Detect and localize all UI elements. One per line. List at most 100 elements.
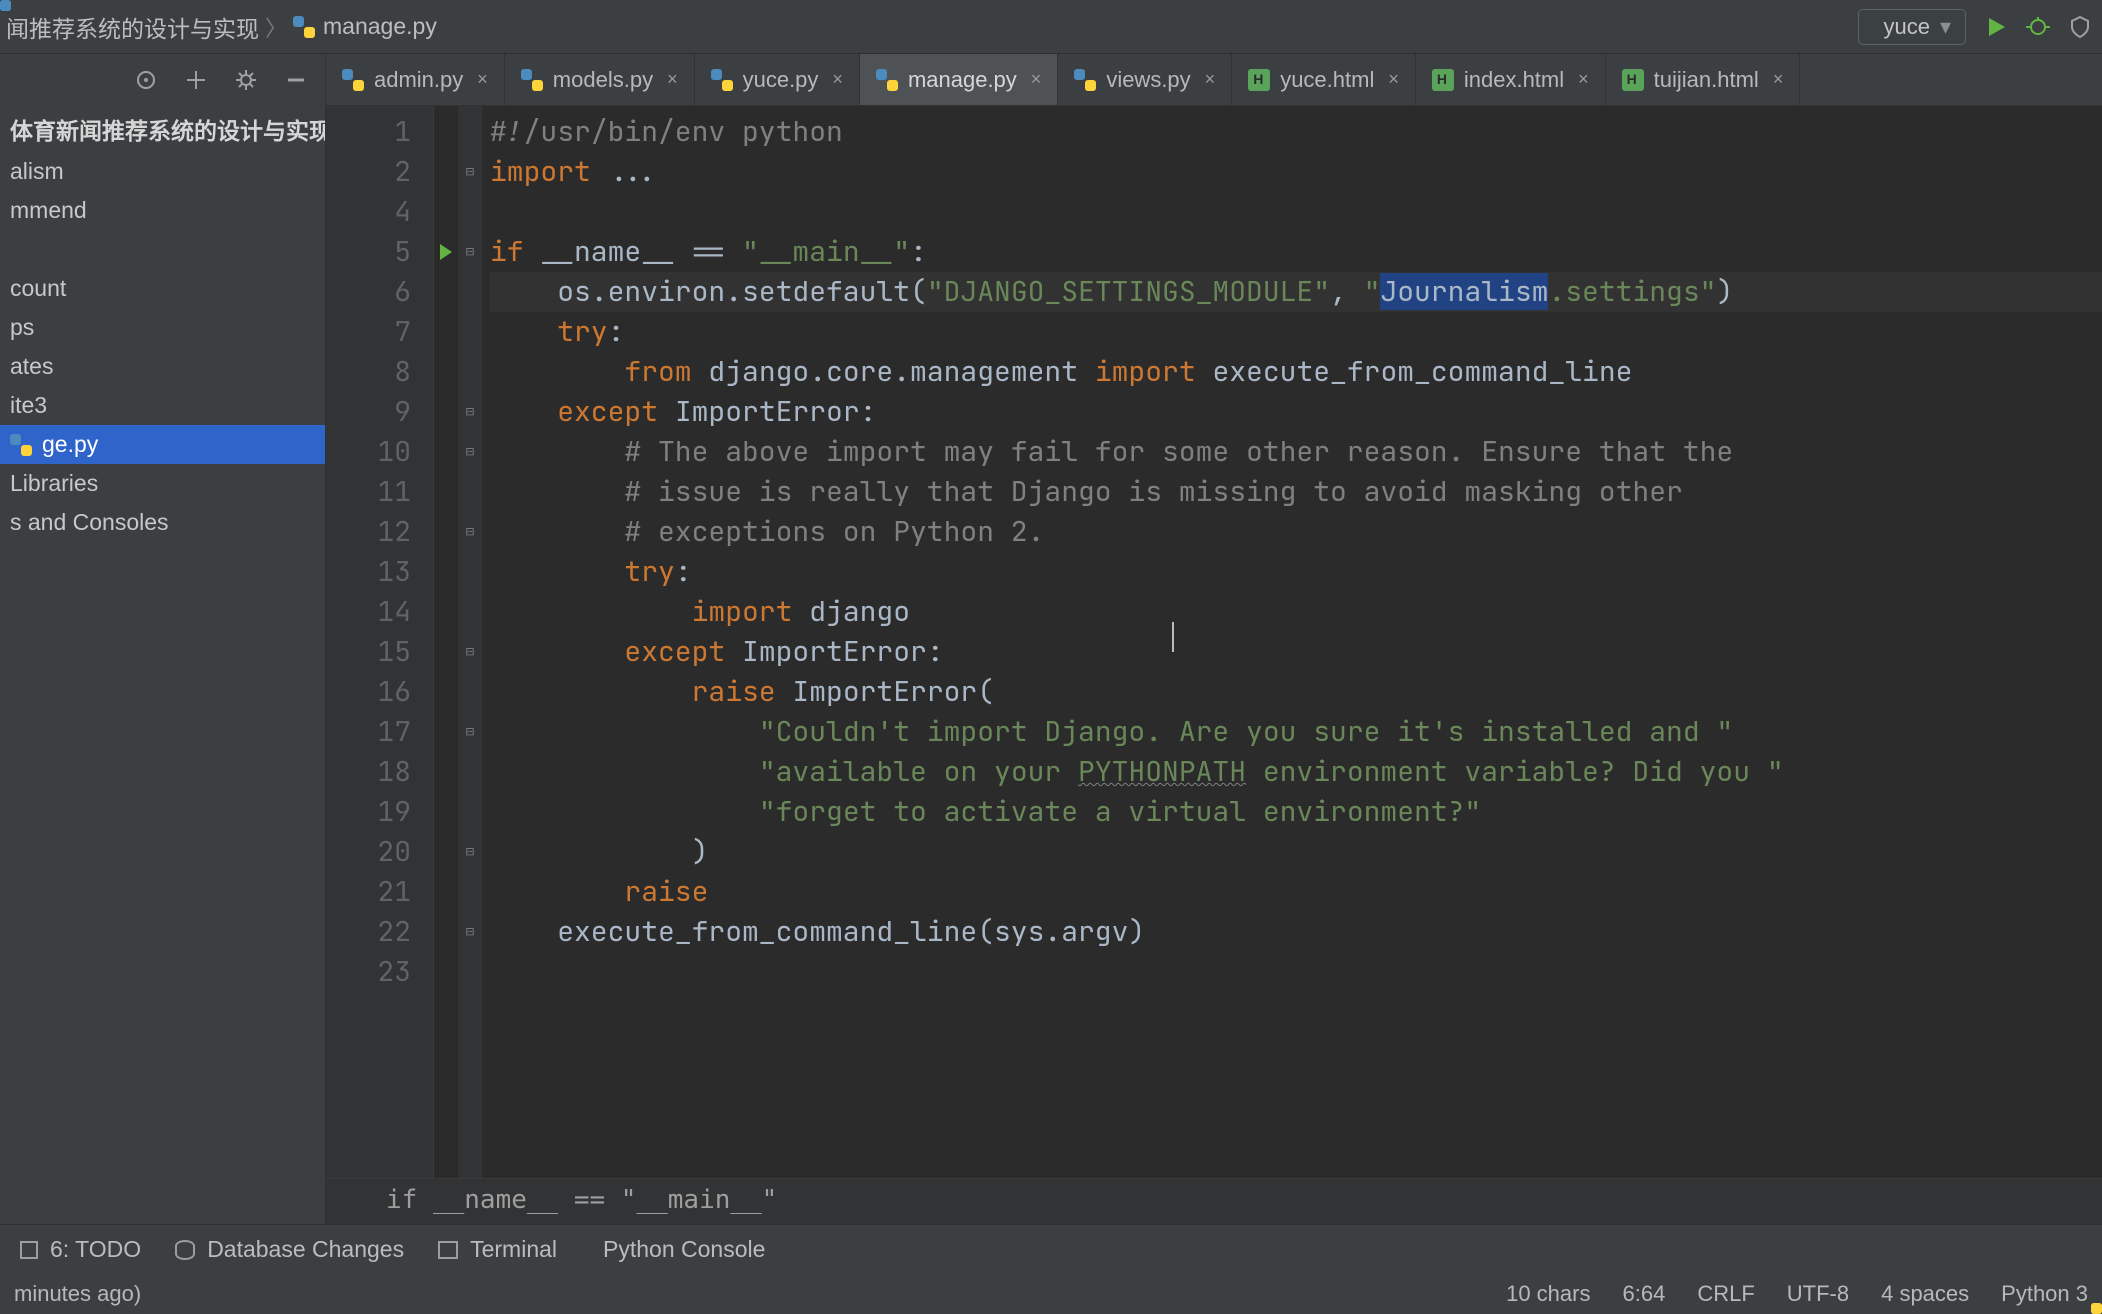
tree-item[interactable]: ps: [0, 308, 325, 347]
status-line-ending[interactable]: CRLF: [1697, 1281, 1754, 1307]
run-config-selector[interactable]: yuce ▾: [1858, 9, 1966, 45]
run-line-marker[interactable]: [434, 392, 458, 432]
tab-models-py[interactable]: models.py×: [505, 54, 695, 105]
line-number[interactable]: 9: [326, 392, 411, 432]
run-line-marker[interactable]: [434, 112, 458, 152]
fold-marker[interactable]: [458, 752, 482, 792]
status-encoding[interactable]: UTF-8: [1787, 1281, 1849, 1307]
status-interpreter[interactable]: Python 3: [2001, 1281, 2088, 1307]
tree-item[interactable]: mmend: [0, 191, 325, 230]
code-line[interactable]: "forget to activate a virtual environmen…: [490, 792, 2102, 832]
line-number[interactable]: 23: [326, 952, 411, 992]
breadcrumb[interactable]: 闻推荐系统的设计与实现 〉 manage.py: [0, 10, 437, 44]
close-icon[interactable]: ×: [667, 69, 678, 90]
code-line[interactable]: try:: [490, 312, 2102, 352]
run-line-marker[interactable]: [434, 712, 458, 752]
status-caret-pos[interactable]: 6:64: [1622, 1281, 1665, 1307]
fold-marker[interactable]: [458, 592, 482, 632]
fold-marker[interactable]: ⊟: [458, 632, 482, 672]
code-line[interactable]: except ImportError:: [490, 632, 2102, 672]
line-number[interactable]: 22: [326, 912, 411, 952]
code-line[interactable]: execute_from_command_line(sys.argv): [490, 912, 2102, 952]
database-changes-button[interactable]: Database Changes: [175, 1236, 404, 1263]
tab-yuce-py[interactable]: yuce.py×: [695, 54, 860, 105]
fold-marker[interactable]: ⊟: [458, 832, 482, 872]
run-line-marker[interactable]: [434, 472, 458, 512]
line-number[interactable]: 17: [326, 712, 411, 752]
code-content[interactable]: #!/usr/bin/env pythonimport ... if __name…: [482, 106, 2102, 1178]
line-number[interactable]: 21: [326, 872, 411, 912]
code-line[interactable]: #!/usr/bin/env python: [490, 112, 2102, 152]
fold-marker[interactable]: ⊟: [458, 912, 482, 952]
run-line-marker[interactable]: [434, 952, 458, 992]
fold-marker[interactable]: [458, 872, 482, 912]
fold-marker[interactable]: [458, 112, 482, 152]
run-line-marker[interactable]: [434, 672, 458, 712]
tab-tuijian-html[interactable]: tuijian.html×: [1606, 54, 1801, 105]
fold-marker[interactable]: [458, 552, 482, 592]
code-line[interactable]: os.environ.setdefault("DJANGO_SETTINGS_M…: [490, 272, 2102, 312]
run-line-marker[interactable]: [434, 912, 458, 952]
line-number[interactable]: 2: [326, 152, 411, 192]
tab-admin-py[interactable]: admin.py×: [326, 54, 505, 105]
breadcrumb-project[interactable]: 闻推荐系统的设计与实现: [6, 10, 259, 44]
run-line-marker[interactable]: [434, 792, 458, 832]
run-line-marker[interactable]: [434, 272, 458, 312]
tree-item[interactable]: Libraries: [0, 464, 325, 503]
collapse-all-button[interactable]: [185, 69, 207, 91]
code-line[interactable]: # issue is really that Django is missing…: [490, 472, 2102, 512]
code-line[interactable]: ): [490, 832, 2102, 872]
terminal-button[interactable]: Terminal: [438, 1236, 557, 1263]
code-line[interactable]: # exceptions on Python 2.: [490, 512, 2102, 552]
settings-button[interactable]: [235, 69, 257, 91]
fold-marker[interactable]: [458, 352, 482, 392]
line-number[interactable]: 6: [326, 272, 411, 312]
tab-manage-py[interactable]: manage.py×: [860, 54, 1058, 105]
line-number[interactable]: 4: [326, 192, 411, 232]
run-line-marker[interactable]: [434, 752, 458, 792]
code-line[interactable]: if __name__ == "__main__":: [490, 232, 2102, 272]
close-icon[interactable]: ×: [1031, 69, 1042, 90]
line-number[interactable]: 19: [326, 792, 411, 832]
tree-item[interactable]: ates: [0, 347, 325, 386]
tree-item[interactable]: ge.py: [0, 425, 325, 464]
tab-index-html[interactable]: index.html×: [1416, 54, 1606, 105]
close-icon[interactable]: ×: [477, 69, 488, 90]
line-number-gutter[interactable]: 124567891011121314151617181920212223: [326, 106, 434, 1178]
code-line[interactable]: import ...: [490, 152, 2102, 192]
line-number[interactable]: 15: [326, 632, 411, 672]
tree-root[interactable]: 体育新闻推荐系统的设计与实现: [0, 106, 325, 152]
fold-marker[interactable]: ⊟: [458, 392, 482, 432]
python-console-button[interactable]: Python Console: [591, 1236, 765, 1263]
status-indent[interactable]: 4 spaces: [1881, 1281, 1969, 1307]
code-line[interactable]: import django: [490, 592, 2102, 632]
run-line-marker[interactable]: [434, 592, 458, 632]
more-actions-button[interactable]: [2068, 15, 2092, 39]
line-number[interactable]: 18: [326, 752, 411, 792]
hide-panel-button[interactable]: [285, 69, 307, 91]
code-line[interactable]: [490, 192, 2102, 232]
close-icon[interactable]: ×: [832, 69, 843, 90]
close-icon[interactable]: ×: [1205, 69, 1216, 90]
line-number[interactable]: 13: [326, 552, 411, 592]
run-line-marker[interactable]: [434, 872, 458, 912]
close-icon[interactable]: ×: [1388, 69, 1399, 90]
debug-button[interactable]: [2026, 15, 2050, 39]
run-line-marker[interactable]: [434, 832, 458, 872]
tree-item[interactable]: count: [0, 269, 325, 308]
code-line[interactable]: raise: [490, 872, 2102, 912]
code-line[interactable]: [490, 952, 2102, 992]
fold-marker[interactable]: ⊟: [458, 712, 482, 752]
line-number[interactable]: 20: [326, 832, 411, 872]
fold-marker[interactable]: ⊟: [458, 152, 482, 192]
run-line-marker[interactable]: [434, 432, 458, 472]
line-number[interactable]: 8: [326, 352, 411, 392]
breadcrumb-file[interactable]: manage.py: [293, 13, 437, 40]
fold-marker[interactable]: ⊟: [458, 432, 482, 472]
fold-marker[interactable]: ⊟: [458, 232, 482, 272]
run-line-marker[interactable]: [434, 632, 458, 672]
line-number[interactable]: 11: [326, 472, 411, 512]
run-line-marker[interactable]: [434, 312, 458, 352]
project-tree[interactable]: 体育新闻推荐系统的设计与实现alismmmend countpsatesite3…: [0, 106, 326, 1224]
run-line-marker[interactable]: [434, 552, 458, 592]
